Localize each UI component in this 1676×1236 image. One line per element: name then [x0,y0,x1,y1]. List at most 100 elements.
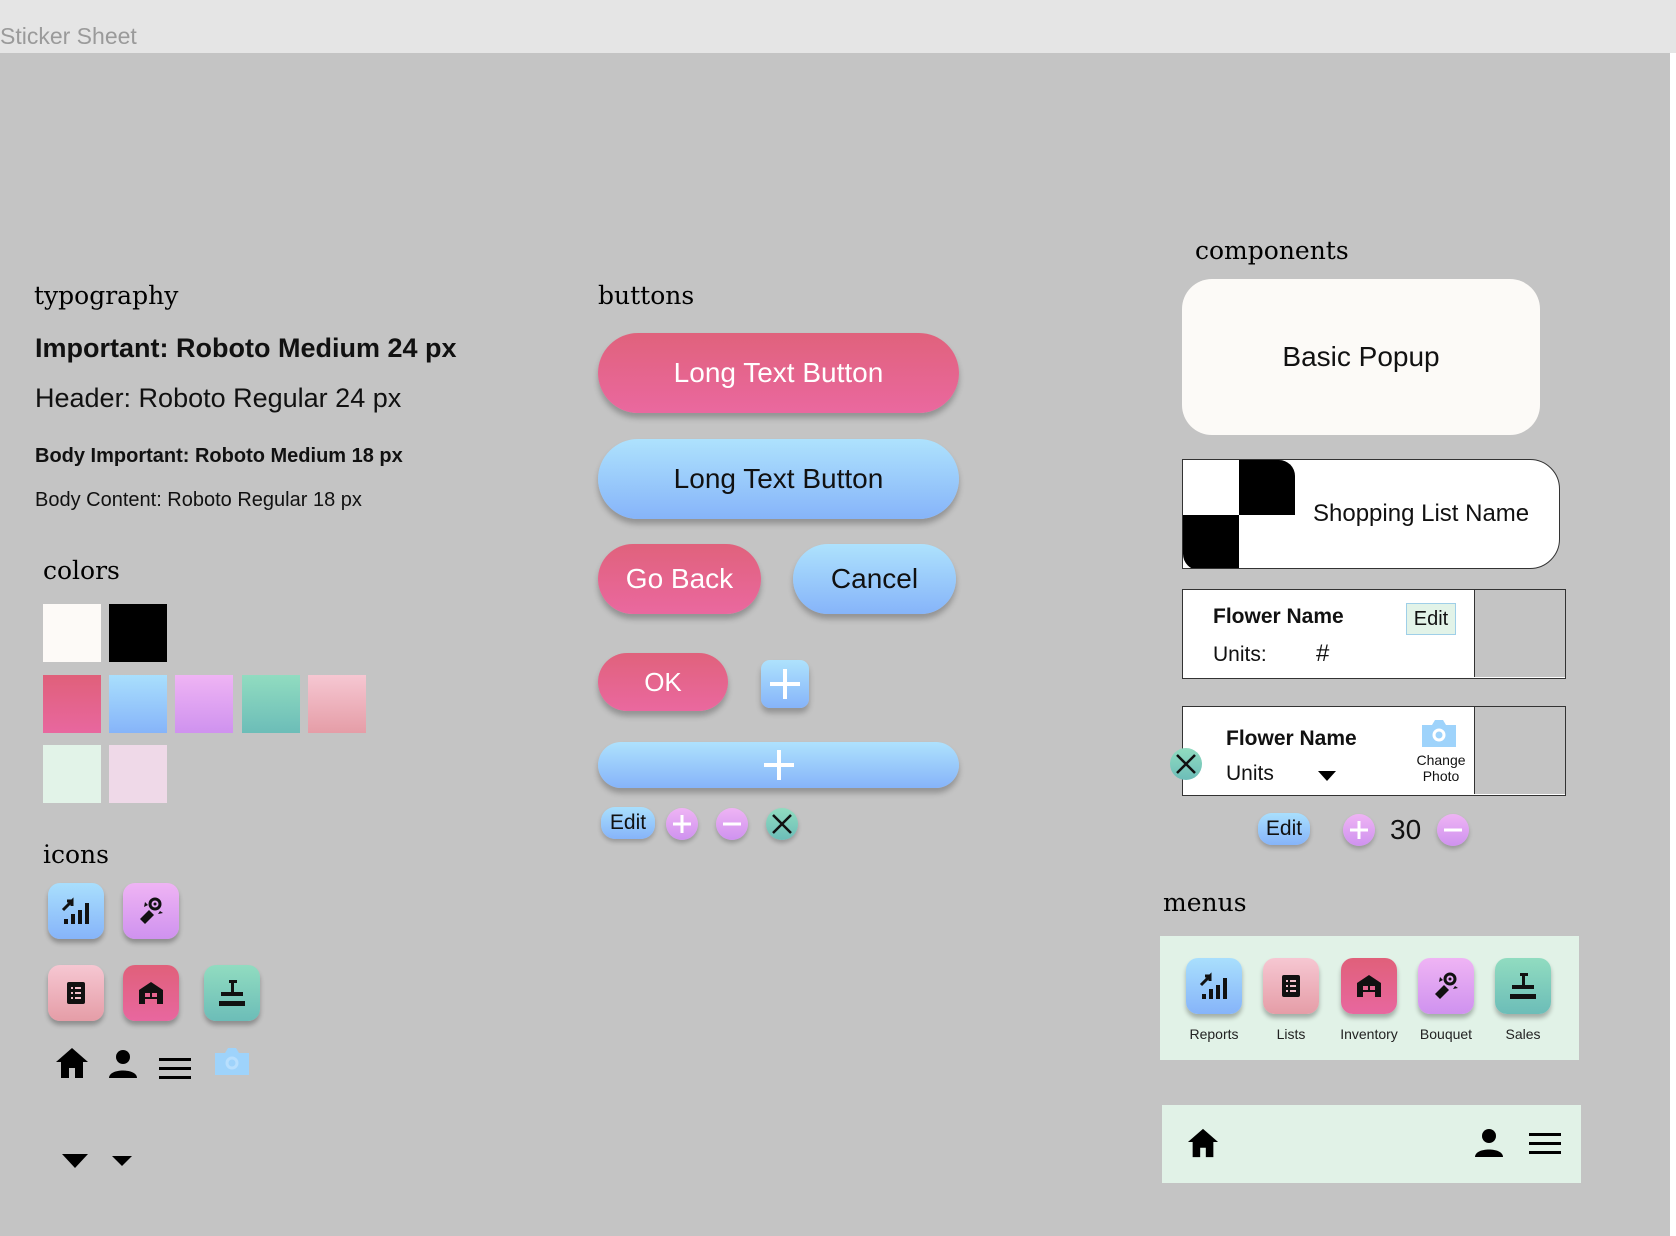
person-icon[interactable] [107,1048,139,1085]
units-value[interactable]: # [1316,640,1329,668]
home-icon[interactable] [1186,1127,1220,1164]
go-back-button-label: Go Back [625,563,734,594]
minus-icon [723,822,741,826]
edit-button-label: Edit [609,811,647,834]
shopping-list-name: Shopping List Name [1313,500,1530,527]
color-swatch-teal [242,675,300,733]
long-text-button-secondary-label: Long Text Button [673,463,884,494]
long-text-button-primary[interactable]: Long Text Button [598,333,959,413]
flower-name: Flower Name [1213,605,1344,628]
typography-important: Important: Roboto Medium 24 px [35,333,457,363]
long-text-button-secondary[interactable]: Long Text Button [598,439,959,519]
edit-button-label: Edit [1413,607,1449,630]
color-swatch-blue [109,675,167,733]
cancel-button-label: Cancel [830,563,919,594]
increment-button[interactable] [1343,814,1375,846]
decrement-button[interactable] [716,808,748,840]
card-image-placeholder [1475,590,1565,677]
sticker-sheet-canvas: typography Important: Roboto Medium 24 p… [0,53,1670,1236]
section-title-icons: icons [43,840,109,869]
close-icon [772,814,792,834]
add-button-square[interactable] [761,660,809,708]
close-button[interactable] [766,808,798,840]
inventory-icon [1357,975,1381,997]
color-swatch-black [109,604,167,662]
thumbnail-checker-2 [1239,460,1295,515]
camera-icon[interactable] [213,1045,251,1082]
window-titlebar: Sticker Sheet [0,0,1676,53]
menu-item-reports[interactable] [1186,958,1242,1014]
increment-button[interactable] [666,808,698,840]
bouquet-icon [1435,972,1458,999]
hamburger-menu-icon[interactable] [1528,1131,1562,1162]
menu-label-lists: Lists [1276,1026,1306,1042]
typography-header: Header: Roboto Regular 24 px [35,383,402,413]
go-back-button[interactable]: Go Back [598,544,761,614]
menu-item-lists[interactable] [1263,958,1319,1014]
long-text-button-primary-label: Long Text Button [673,357,884,388]
plus-icon [673,815,691,833]
bouquet-icon[interactable] [123,883,179,939]
hamburger-menu-icon[interactable] [158,1056,192,1087]
decrement-button[interactable] [1437,814,1469,846]
edit-button-label: Edit [1265,817,1303,840]
flower-name: Flower Name [1226,727,1357,750]
ok-button[interactable]: OK [598,653,728,711]
chevron-down-small-icon[interactable] [111,1154,133,1172]
section-title-menus: menus [1163,888,1247,917]
units-label: Units: [1213,643,1267,666]
typography-body-important: Body Important: Roboto Medium 18 px [35,445,403,467]
plus-icon [770,669,800,699]
cancel-button[interactable]: Cancel [793,544,956,614]
minus-icon [1444,828,1462,832]
change-photo-label[interactable]: Change Photo [1411,752,1471,784]
lists-icon[interactable] [48,965,104,1021]
thumbnail-checker-1 [1183,460,1239,515]
color-swatch-mint [43,745,101,803]
edit-button[interactable]: Edit [1258,813,1310,845]
sales-icon [1510,973,1536,999]
units-dropdown-chevron-icon[interactable] [1317,769,1337,787]
chevron-down-icon[interactable] [61,1153,89,1174]
basic-popup-label: Basic Popup [1282,341,1440,372]
thumbnail-checker-3 [1183,515,1239,568]
menu-item-sales[interactable] [1495,958,1551,1014]
color-swatch-white [43,604,101,662]
main-menu-panel: Reports Lists Inventory Bouquet Sales [1160,936,1579,1060]
shopping-list-item[interactable]: Shopping List Name [1182,459,1560,569]
units-dropdown-label[interactable]: Units [1226,762,1274,786]
remove-card-button[interactable] [1170,748,1202,780]
reports-icon[interactable] [48,883,104,939]
flower-card-editable: Flower Name Units: # Edit [1182,589,1566,679]
section-title-components: components [1195,236,1349,265]
section-title-typography: typography [34,281,179,310]
section-title-colors: colors [43,556,120,585]
inventory-icon[interactable] [123,965,179,1021]
color-swatch-pink [43,675,101,733]
thumbnail-checker-4 [1239,515,1295,568]
edit-button[interactable]: Edit [601,807,655,839]
menu-item-inventory[interactable] [1341,958,1397,1014]
color-swatch-purple [175,675,233,733]
bottom-nav-bar [1162,1105,1581,1183]
close-icon [1176,754,1196,774]
quantity-value: 30 [1390,814,1422,845]
color-swatch-lilac [109,745,167,803]
basic-popup: Basic Popup [1182,279,1540,435]
reports-icon [1199,972,1227,999]
change-photo-camera-icon[interactable] [1420,717,1458,754]
sales-icon[interactable] [204,965,260,1021]
add-button-wide[interactable] [598,742,959,788]
card-image-placeholder [1475,707,1565,794]
home-icon[interactable] [54,1046,90,1085]
window-title: Sticker Sheet [0,23,137,49]
color-swatch-rose [308,675,366,733]
lists-icon [1282,975,1300,997]
person-icon[interactable] [1473,1127,1505,1164]
plus-icon [763,750,794,780]
typography-body-content: Body Content: Roboto Regular 18 px [35,489,362,511]
edit-button[interactable]: Edit [1406,603,1456,635]
menu-label-sales: Sales [1505,1026,1541,1042]
menu-item-bouquet[interactable] [1418,958,1474,1014]
ok-button-label: OK [644,666,682,697]
